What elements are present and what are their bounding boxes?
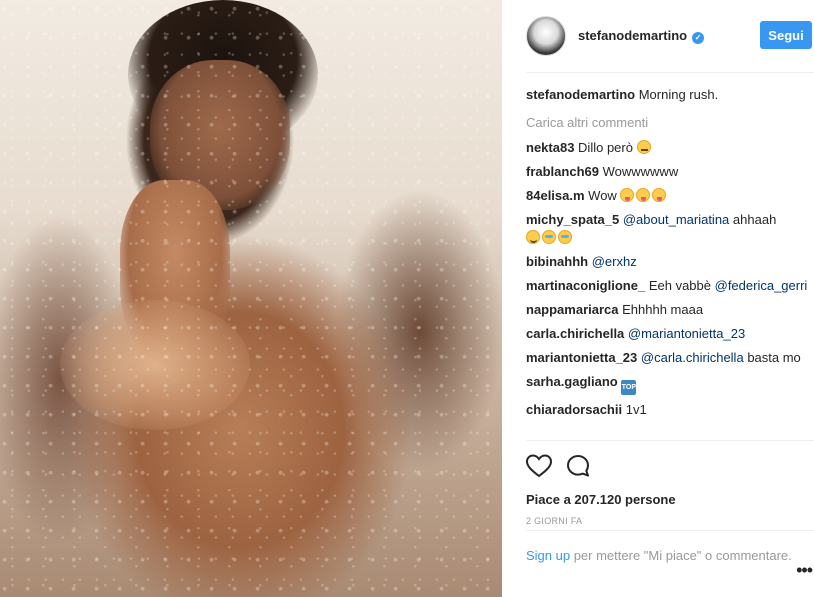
emoji-tongue-icon (652, 188, 667, 202)
comment-text: 1v1 (625, 402, 647, 417)
emoji-worried-icon (636, 140, 651, 154)
comment-icon[interactable] (566, 454, 592, 478)
comment-author[interactable]: sarha.gagliano (526, 374, 618, 389)
follow-button[interactable]: Segui (760, 21, 812, 49)
comments-list[interactable]: stefanodemartino Morning rush. Carica al… (526, 86, 814, 440)
comment-item: chiaradorsachii 1v1 (526, 401, 814, 419)
comment-author[interactable]: martinaconiglione_ (526, 278, 645, 293)
comment-mention-link[interactable]: @erxhz (592, 254, 637, 269)
post-photo[interactable] (0, 0, 502, 597)
verified-badge-icon: ✓ (692, 31, 705, 44)
emoji-tongue-icon (620, 188, 635, 202)
comment-item: sarha.gagliano TOP (526, 373, 814, 395)
login-prompt: Sign up per mettere "Mi piace" o comment… (526, 530, 814, 565)
username-link[interactable]: stefanodemartino ✓ (578, 28, 705, 44)
comment-text: Wowwwwww (602, 164, 679, 179)
load-more-comments[interactable]: Carica altri commenti (526, 115, 814, 130)
comment-author[interactable]: nappamariarca (526, 302, 619, 317)
login-prompt-text: per mettere "Mi piace" o commentare. (570, 548, 792, 563)
comment-text: Wow (588, 188, 617, 203)
comment-item: frablanch69 Wowwwwww (526, 163, 814, 181)
comment-author[interactable]: nekta83 (526, 140, 574, 155)
comment-item: 84elisa.m Wow (526, 187, 814, 205)
signup-link[interactable]: Sign up (526, 548, 570, 563)
comment-author[interactable]: bibinahhh (526, 254, 588, 269)
comment-item: carla.chirichella @mariantonietta_23 (526, 325, 814, 343)
comment-mention-link[interactable]: @about_mariatina (623, 212, 729, 227)
comment-author[interactable]: carla.chirichella (526, 326, 624, 341)
comment-item: bibinahhh @erxhz (526, 253, 814, 271)
comment-text: Dillo però (578, 140, 633, 155)
emoji-tears-icon (542, 230, 556, 244)
comment-item: martinaconiglione_ Eeh vabbè @federica_g… (526, 277, 814, 295)
comment-mention-link[interactable]: @federica_gerri (715, 278, 808, 293)
post-actions: Piace a 207.120 persone 2 GIORNI FA (526, 440, 814, 526)
comment-item: mariantonietta_23 @carla.chirichella bas… (526, 349, 814, 367)
comment-items: nekta83 Dillo però frablanch69 Wowwwwww … (526, 139, 814, 419)
post-header: stefanodemartino ✓ Segui (526, 0, 814, 73)
comment-mention-link[interactable]: @carla.chirichella (641, 350, 744, 365)
comment-text: Ehhhhh maaa (622, 302, 704, 317)
comment-text: basta mo (747, 350, 801, 365)
comment-mention-link[interactable]: @mariantonietta_23 (628, 326, 745, 341)
heart-icon[interactable] (526, 454, 552, 478)
instagram-post: stefanodemartino ✓ Segui stefanodemartino… (0, 0, 814, 597)
likes-count[interactable]: Piace a 207.120 persone (526, 492, 814, 507)
caption-author[interactable]: stefanodemartino (526, 87, 635, 102)
emoji-tears-icon (558, 230, 572, 244)
comment-text: ahhaah (732, 212, 777, 227)
comment-item: nekta83 Dillo però (526, 139, 814, 157)
comment-author[interactable]: michy_spata_5 (526, 212, 619, 227)
comment-author[interactable]: chiaradorsachii (526, 402, 622, 417)
post-timestamp[interactable]: 2 GIORNI FA (526, 516, 814, 526)
top-arrow-icon: TOP (621, 380, 637, 395)
comment-item: nappamariarca Ehhhhh maaa (526, 301, 814, 319)
post-sidebar: stefanodemartino ✓ Segui stefanodemartino… (502, 0, 814, 597)
more-options-icon[interactable]: ••• (796, 561, 813, 579)
emoji-tongue-icon (636, 188, 651, 202)
avatar[interactable] (526, 16, 566, 56)
comment-text: Eeh vabbè (648, 278, 711, 293)
comment-item: michy_spata_5 @about_mariatina ahhaah (526, 211, 814, 247)
comment-author[interactable]: mariantonietta_23 (526, 350, 637, 365)
caption-text: Morning rush. (638, 87, 719, 102)
emoji-smile-icon (526, 230, 540, 244)
comment-author[interactable]: 84elisa.m (526, 188, 585, 203)
comment-author[interactable]: frablanch69 (526, 164, 599, 179)
caption: stefanodemartino Morning rush. (526, 86, 814, 104)
